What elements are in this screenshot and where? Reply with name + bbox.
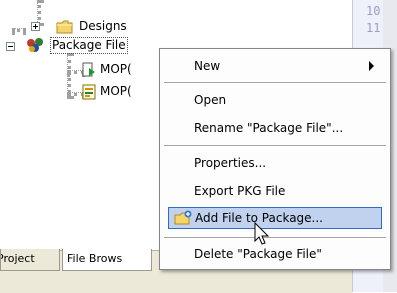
folder-icon — [56, 20, 74, 34]
tree-item-mop-2[interactable]: MOP( — [100, 84, 132, 99]
context-menu: New Open Rename "Package File"... Proper… — [159, 48, 391, 270]
line-number: 10 — [366, 4, 381, 18]
tree-item-designs[interactable]: Designs — [79, 19, 127, 34]
tree-line — [12, 28, 26, 32]
package-icon — [24, 36, 46, 54]
add-folder-icon — [174, 210, 192, 226]
tree-collapse-package-file[interactable] — [6, 42, 15, 51]
mouse-cursor-icon — [253, 221, 273, 248]
tree-item-mop-1[interactable]: MOP( — [100, 62, 132, 77]
line-number: 11 — [366, 21, 381, 35]
menu-separator — [164, 237, 386, 238]
menu-item-new[interactable]: New — [168, 55, 382, 77]
menu-separator — [164, 82, 386, 83]
menu-item-open[interactable]: Open — [168, 89, 382, 111]
menu-item-add-file[interactable]: Add File to Package... — [168, 207, 382, 229]
menu-item-properties[interactable]: Properties... — [168, 152, 382, 174]
menu-item-export-pkg[interactable]: Export PKG File — [168, 180, 382, 202]
menu-item-delete[interactable]: Delete "Package File" — [168, 243, 382, 265]
config-file-icon — [81, 84, 97, 100]
tab-file-browser[interactable]: File Brows — [62, 249, 152, 271]
tab-project[interactable]: Project — [0, 249, 60, 271]
menu-separator — [164, 145, 386, 146]
tree-expand-designs[interactable] — [31, 22, 40, 31]
submenu-arrow-icon — [369, 61, 374, 71]
menu-item-rename[interactable]: Rename "Package File"... — [168, 117, 382, 139]
tree-item-package-file[interactable]: Package File — [50, 37, 128, 54]
run-file-icon — [81, 62, 97, 78]
menu-item-label: New — [194, 59, 221, 73]
